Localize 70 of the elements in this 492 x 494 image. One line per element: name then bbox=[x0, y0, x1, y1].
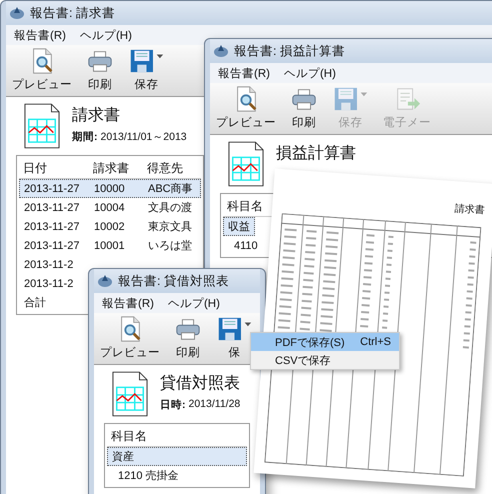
column-header[interactable]: 科目名 bbox=[107, 428, 147, 444]
table-row[interactable]: 2013-11-27 10004 文具の渡 bbox=[19, 198, 201, 217]
table-cell-text: 2013-11-27 bbox=[23, 220, 80, 232]
table-row[interactable]: 1210 売掛金 bbox=[107, 466, 184, 485]
table-cell-text: 2013-11-27 bbox=[23, 240, 80, 252]
table-row[interactable]: 4110 bbox=[223, 236, 263, 255]
report-title: 請求書 bbox=[72, 106, 120, 126]
report-title: 損益計算書 bbox=[276, 144, 356, 164]
menu-item[interactable]: ヘルプ(H) bbox=[284, 66, 336, 80]
report-title: 貸借対照表 bbox=[160, 374, 240, 394]
table-row[interactable]: 合計 bbox=[19, 293, 51, 312]
field-value: 2013/11/28 bbox=[188, 398, 240, 412]
table-cell-text: ABC商事 bbox=[147, 182, 194, 196]
field-label: 日時: bbox=[160, 398, 186, 412]
report-chart-icon bbox=[228, 141, 264, 187]
column-header[interactable]: 得意先 bbox=[143, 160, 195, 176]
table-row[interactable]: 2013-11-2 bbox=[19, 274, 78, 293]
floppy-disk-icon bbox=[216, 315, 253, 343]
menu-item[interactable]: ヘルプ(H) bbox=[168, 296, 220, 310]
floppy-disk-icon bbox=[128, 47, 165, 75]
menu-item[interactable]: PDFで保存(S) Ctrl+S bbox=[251, 333, 399, 351]
table-cell-text: 合計 bbox=[23, 296, 46, 310]
menu-item[interactable]: 報告書(R) bbox=[218, 66, 270, 80]
table-cell-text: 2013-11-2 bbox=[23, 258, 74, 270]
document-title: 請求書 bbox=[454, 202, 485, 218]
app-icon bbox=[97, 273, 113, 289]
table-cell-text: 資産 bbox=[111, 450, 134, 464]
table-row[interactable]: 収益 bbox=[223, 217, 255, 236]
table-row[interactable]: 2013-11-27 10002 東京文具 bbox=[19, 217, 201, 236]
toolbar-button[interactable]: プレビュー bbox=[214, 85, 278, 130]
report-chart-icon bbox=[112, 371, 148, 417]
toolbar-button[interactable]: プレビュー bbox=[10, 47, 74, 92]
table-cell-text: 2013-11-27 bbox=[23, 182, 80, 194]
field-value: 2013/11/01～2013 bbox=[100, 130, 187, 144]
toolbar-button[interactable]: プレビュー bbox=[98, 315, 162, 360]
report-chart-icon bbox=[24, 103, 60, 149]
table-row[interactable]: 資産 bbox=[107, 447, 247, 466]
table-cell-text: いろは堂 bbox=[147, 238, 193, 253]
field-label: 期間: bbox=[72, 130, 98, 144]
menu-item[interactable]: CSVで保存 bbox=[251, 351, 399, 369]
toolbar-button[interactable]: 印刷 bbox=[84, 47, 116, 92]
floppy-disk-icon bbox=[332, 85, 369, 113]
column-header[interactable]: 請求書 bbox=[89, 160, 143, 176]
table-cell-text: 4110 bbox=[233, 240, 258, 252]
table-cell-text: 10001 bbox=[93, 240, 126, 252]
table-cell-text: 収益 bbox=[227, 220, 250, 234]
table-cell-text: 1210 売掛金 bbox=[117, 469, 179, 483]
column-header[interactable]: 日付 bbox=[19, 160, 89, 176]
window-title: 報告書: 請求書 bbox=[30, 4, 115, 22]
toolbar-button[interactable]: 印刷 bbox=[288, 85, 320, 130]
window-title: 報告書: 貸借対照表 bbox=[118, 272, 229, 290]
table-row[interactable]: 2013-11-2 bbox=[19, 255, 78, 274]
app-icon bbox=[9, 5, 25, 21]
table-cell-text: 10004 bbox=[93, 202, 126, 214]
toolbar-button[interactable]: 印刷 bbox=[172, 315, 204, 360]
table-cell-text: 10000 bbox=[93, 182, 126, 194]
window-title: 報告書: 損益計算書 bbox=[234, 42, 345, 60]
toolbar-button[interactable]: 保存 bbox=[126, 47, 167, 92]
app-icon bbox=[213, 43, 229, 59]
table-cell-text: 2013-11-27 bbox=[23, 202, 80, 214]
table-row[interactable]: 2013-11-27 10001 いろは堂 bbox=[19, 236, 201, 255]
menu-item[interactable]: 報告書(R) bbox=[102, 296, 154, 310]
table-cell-text: 東京文具 bbox=[147, 220, 193, 234]
table-cell-text: 2013-11-2 bbox=[23, 278, 74, 290]
menu-item[interactable]: ヘルプ(H) bbox=[80, 28, 132, 42]
table-cell-text: 10002 bbox=[93, 220, 126, 232]
menu-item[interactable]: 報告書(R) bbox=[14, 28, 66, 42]
table-row[interactable]: 2013-11-27 10000 ABC商事 bbox=[19, 179, 201, 198]
table-cell-text: 文具の渡 bbox=[147, 200, 193, 215]
column-header[interactable]: 科目名 bbox=[223, 198, 263, 214]
